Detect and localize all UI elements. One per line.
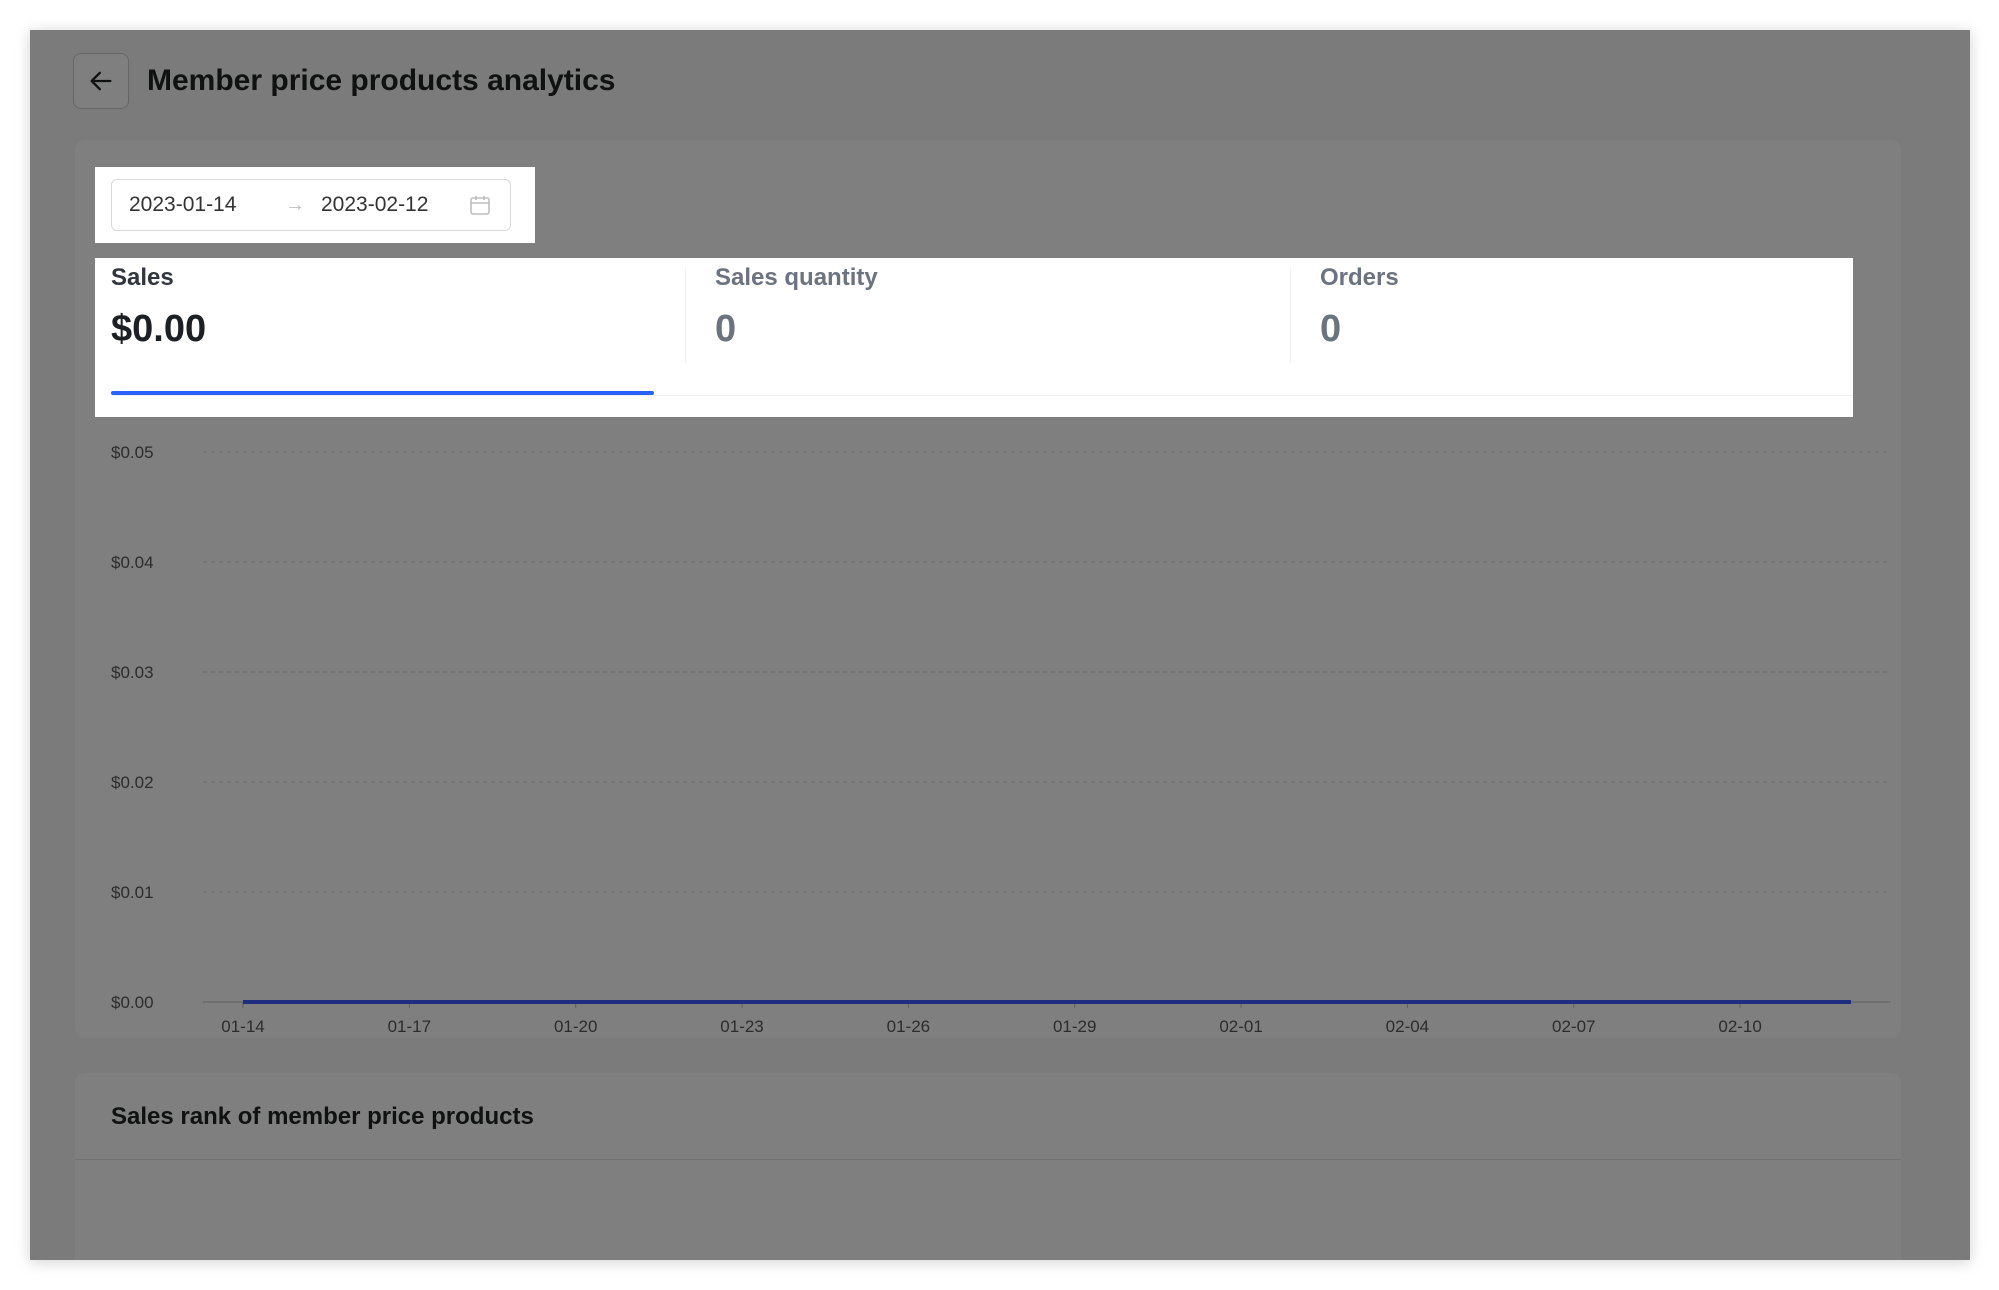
divider [1290, 268, 1291, 363]
calendar-icon[interactable] [469, 194, 491, 216]
tab-orders[interactable]: Orders 0 [1304, 258, 1824, 398]
metric-value: 0 [1320, 308, 1342, 350]
metric-value: $0.00 [111, 308, 207, 350]
tab-sales[interactable]: Sales $0.00 [95, 258, 615, 398]
metric-label: Sales [111, 264, 174, 291]
end-date-input[interactable]: 2023-02-12 [321, 193, 461, 217]
start-date-input[interactable]: 2023-01-14 [129, 193, 269, 217]
metric-label: Orders [1320, 264, 1399, 291]
metric-label: Sales quantity [715, 264, 878, 291]
date-range-picker[interactable]: 2023-01-14 → 2023-02-12 [111, 179, 511, 231]
metric-value: 0 [715, 308, 737, 350]
tab-baseline [111, 395, 1853, 396]
date-range-highlight: 2023-01-14 → 2023-02-12 [95, 167, 535, 243]
metric-tabs: Sales $0.00 Sales quantity 0 Orders 0 [95, 258, 1853, 417]
arrow-right-icon: → [285, 193, 305, 216]
active-tab-indicator [111, 391, 654, 395]
tab-sales-quantity[interactable]: Sales quantity 0 [699, 258, 1219, 398]
divider [685, 268, 686, 363]
